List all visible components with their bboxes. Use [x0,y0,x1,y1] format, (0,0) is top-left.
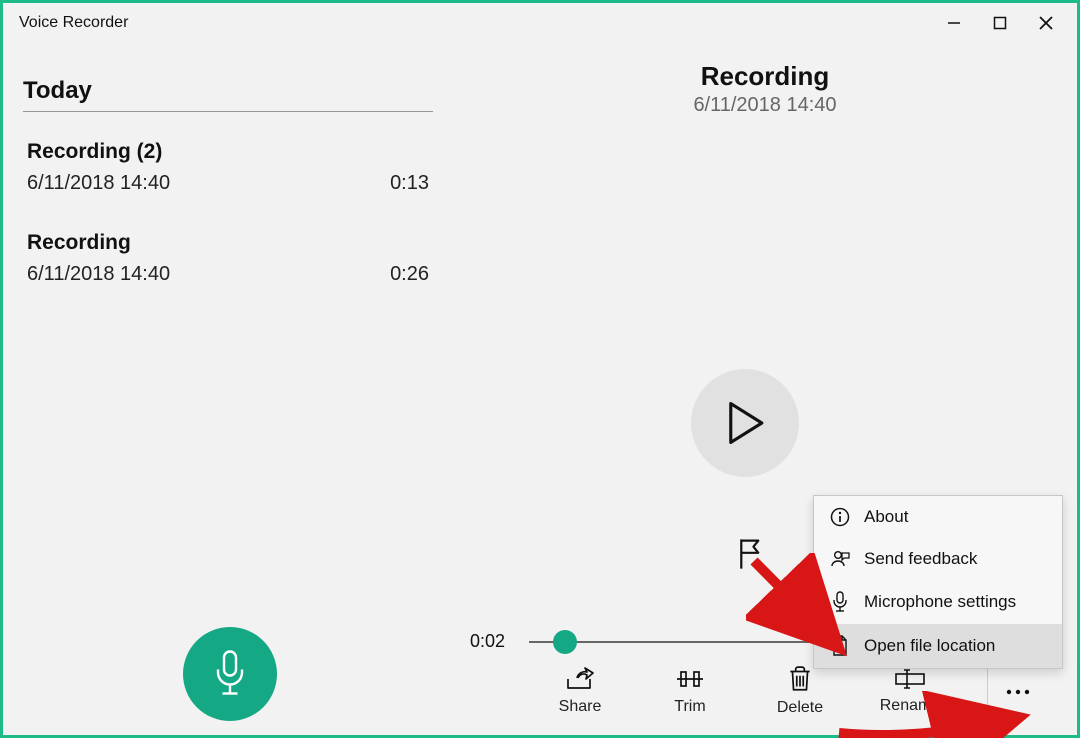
menu-feedback-label: Send feedback [864,549,977,569]
recording-title: Recording (2) [27,140,429,164]
microphone-icon [212,650,248,698]
recording-duration: 0:26 [390,263,429,286]
play-icon [725,401,765,445]
recording-title: Recording [27,231,429,255]
recording-date: 6/11/2018 14:40 [27,263,170,286]
detail-pane: Recording 6/11/2018 14:40 0:02 [453,43,1077,735]
share-button[interactable]: Share [547,666,613,716]
trash-icon [787,665,813,693]
menu-open-label: Open file location [864,636,995,656]
app-title: Voice Recorder [19,14,128,32]
more-button[interactable] [987,666,1047,716]
record-button[interactable] [183,627,277,721]
trim-label: Trim [674,698,705,716]
share-label: Share [559,698,602,716]
trim-button[interactable]: Trim [657,666,723,716]
delete-label: Delete [777,699,823,717]
menu-open-file-location[interactable]: Open file location [814,624,1062,668]
microphone-icon [830,591,850,613]
file-icon [830,635,850,657]
rename-button[interactable]: Rename [877,667,943,715]
body: Today Recording (2) 6/11/2018 14:40 0:13… [3,43,1077,735]
menu-mic-label: Microphone settings [864,592,1016,612]
app-window: Voice Recorder Today Recording (2) 6/11/… [0,0,1080,738]
share-icon [565,666,595,692]
minimize-button[interactable] [931,7,977,39]
trim-icon [675,666,705,692]
ellipsis-icon [1005,688,1031,696]
play-button[interactable] [691,369,799,477]
menu-about[interactable]: About [814,496,1062,538]
minimize-icon [947,16,961,30]
flag-icon [736,537,766,571]
recording-list-item[interactable]: Recording (2) 6/11/2018 14:40 0:13 [23,112,433,203]
rename-icon [894,667,926,691]
close-icon [1038,15,1054,31]
window-controls [931,7,1069,39]
section-header: Today [23,43,433,112]
titlebar: Voice Recorder [3,3,1077,43]
recording-list-item[interactable]: Recording 6/11/2018 14:40 0:26 [23,203,433,294]
recordings-pane: Today Recording (2) 6/11/2018 14:40 0:13… [3,43,453,735]
recording-duration: 0:13 [390,172,429,195]
timeline-thumb[interactable] [553,630,577,654]
detail-date: 6/11/2018 14:40 [453,94,1077,117]
delete-button[interactable]: Delete [767,665,833,717]
detail-title: Recording [453,61,1077,92]
close-button[interactable] [1023,7,1069,39]
more-menu: About Send feedback Microphone settings … [813,495,1063,669]
menu-send-feedback[interactable]: Send feedback [814,538,1062,580]
menu-mic-settings[interactable]: Microphone settings [814,580,1062,624]
rename-label: Rename [880,697,940,715]
recording-date: 6/11/2018 14:40 [27,172,170,195]
add-marker-button[interactable] [736,537,766,576]
playback-time: 0:02 [461,631,505,652]
maximize-button[interactable] [977,7,1023,39]
menu-about-label: About [864,507,908,527]
detail-header: Recording 6/11/2018 14:40 [453,43,1077,117]
feedback-icon [830,549,850,569]
maximize-icon [993,16,1007,30]
info-icon [830,507,850,527]
